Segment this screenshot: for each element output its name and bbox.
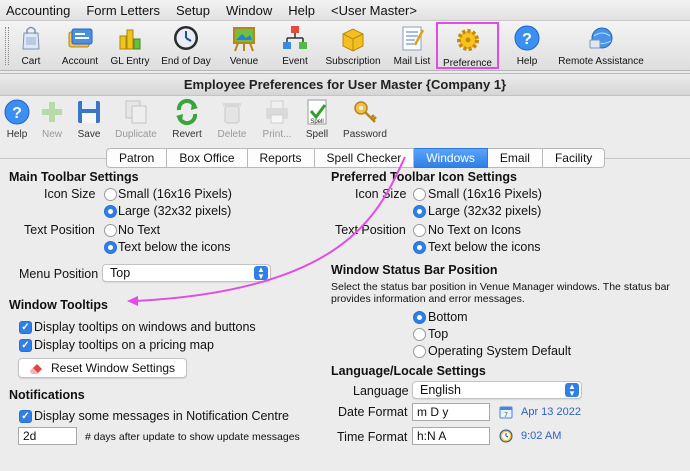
annotation-arrow	[127, 156, 406, 306]
